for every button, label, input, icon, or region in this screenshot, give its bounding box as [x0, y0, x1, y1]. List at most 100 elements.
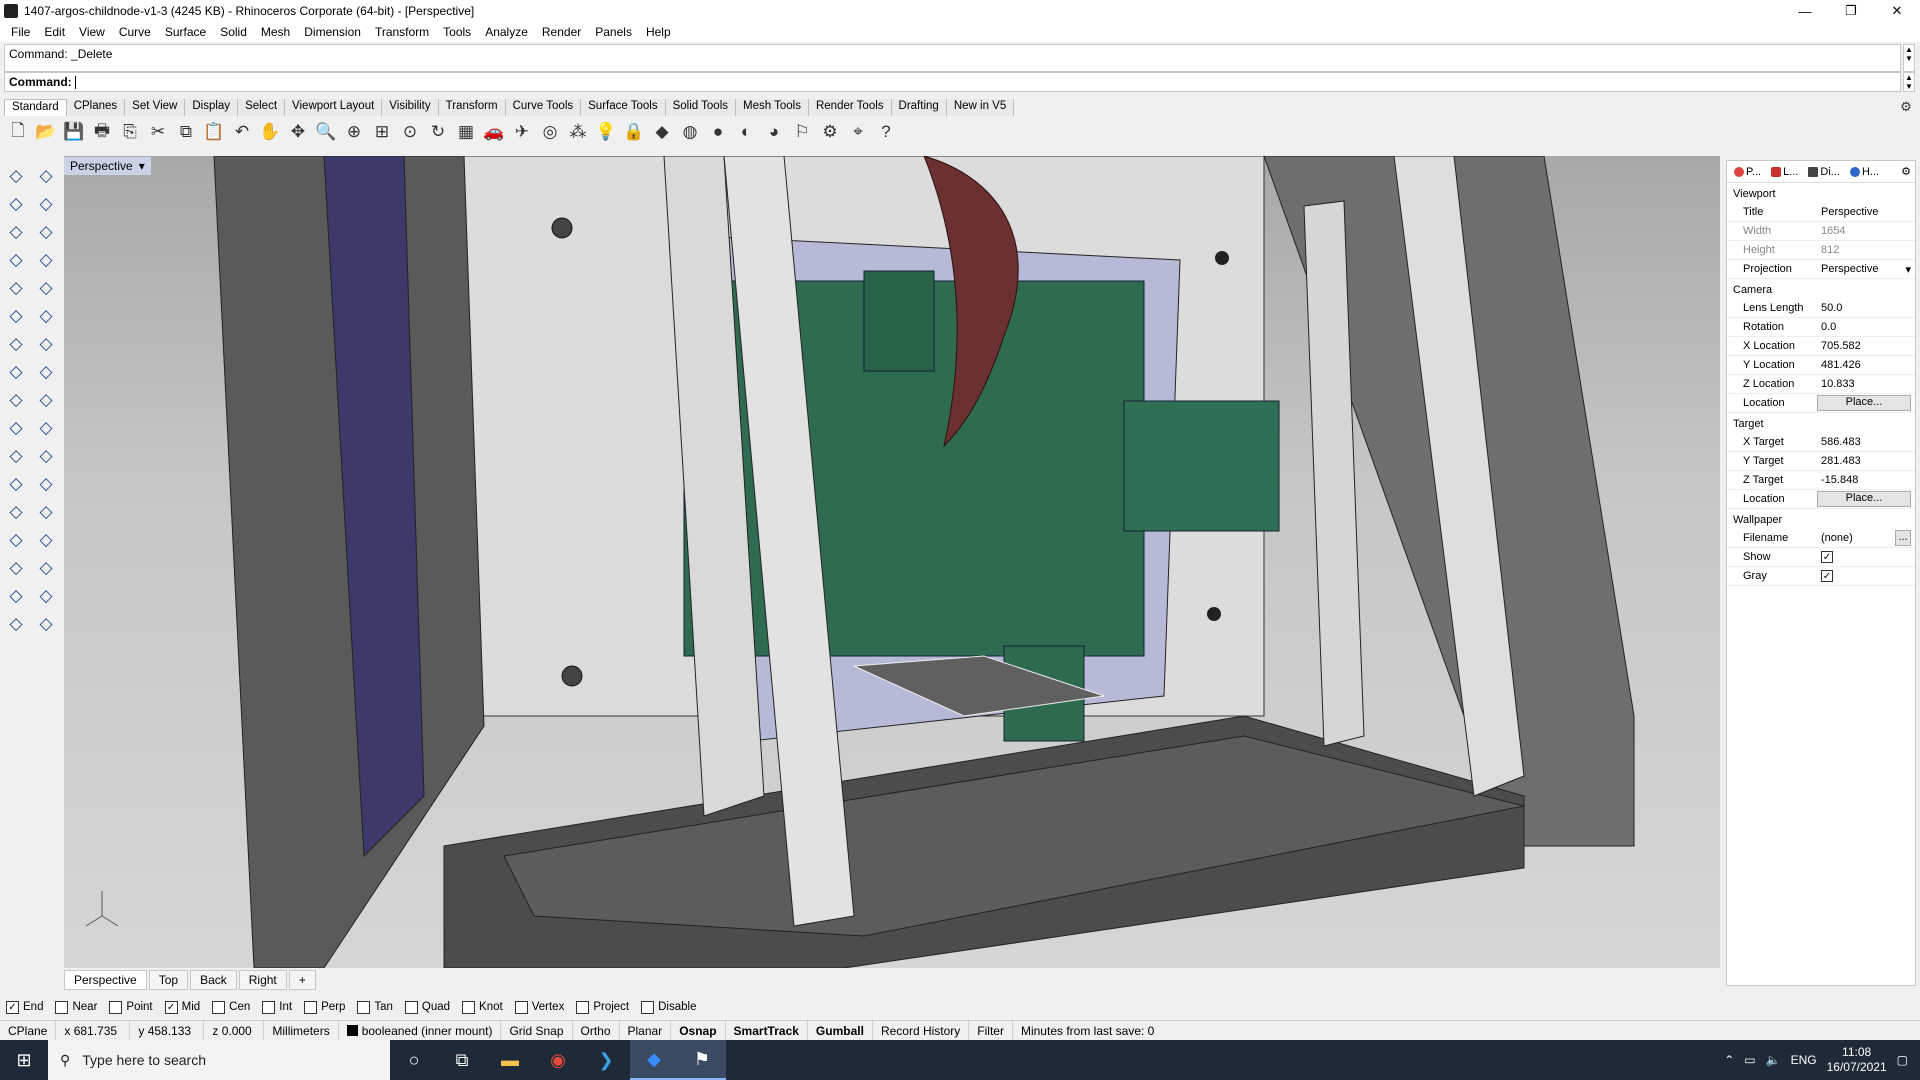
tab-drafting[interactable]: Drafting	[891, 99, 947, 116]
osnap-checkbox[interactable]: ✓	[164, 1000, 178, 1014]
lock-icon[interactable]: 🔒	[622, 120, 646, 144]
osnap-cen[interactable]: Cen	[212, 1000, 250, 1014]
named-cplanes-icon[interactable]: ✈	[510, 120, 534, 144]
status-smarttrack[interactable]: SmartTrack	[726, 1020, 808, 1041]
chevron-down-icon[interactable]: ▾	[139, 159, 145, 173]
wallpaper-filename[interactable]: (none)	[1817, 532, 1895, 544]
panel-tab-properties[interactable]: P...	[1731, 166, 1764, 178]
osnap-vertex[interactable]: Vertex	[514, 1000, 564, 1014]
rotate-view-icon[interactable]: ✥	[286, 120, 310, 144]
clock[interactable]: 11:08 16/07/2021	[1827, 1045, 1887, 1075]
pan-hand-icon[interactable]: ✋	[258, 120, 282, 144]
undo-view-icon[interactable]: ↻	[426, 120, 450, 144]
set-cplane-icon[interactable]: ◎	[538, 120, 562, 144]
tab-viewport-layout[interactable]: Viewport Layout	[285, 99, 383, 116]
status-gumball[interactable]: Gumball	[808, 1020, 873, 1041]
snapshots-icon[interactable]: ⁂	[566, 120, 590, 144]
show-checkbox[interactable]: ✓	[1821, 551, 1833, 563]
save-icon[interactable]: 💾	[62, 120, 86, 144]
mesh-icon[interactable]: ◇	[2, 388, 30, 412]
solid-edit-icon[interactable]: ◇	[32, 360, 60, 384]
vp-tab-right[interactable]: Right	[238, 970, 287, 990]
osnap-mid[interactable]: ✓ Mid	[164, 1000, 200, 1014]
menu-dimension[interactable]: Dimension	[297, 25, 368, 39]
command-input[interactable]: Command:	[4, 72, 1901, 92]
menu-transform[interactable]: Transform	[368, 25, 436, 39]
menu-surface[interactable]: Surface	[158, 25, 213, 39]
zoom-icon[interactable]: 🔍	[314, 120, 338, 144]
extrude-icon[interactable]: ◇	[2, 528, 30, 552]
color-wheel-icon[interactable]: ◍	[678, 120, 702, 144]
osnap-perp[interactable]: Perp	[304, 1000, 345, 1014]
rectangle-icon[interactable]: ◇	[32, 248, 60, 272]
pcb-header[interactable]	[863, 270, 935, 372]
array-icon[interactable]: ◇	[2, 500, 30, 524]
sphere-icon[interactable]: ◇	[32, 332, 60, 356]
select-arrow-icon[interactable]: ◇	[2, 164, 30, 188]
named-views-icon[interactable]: 🚗	[482, 120, 506, 144]
help-icon[interactable]: ?	[874, 120, 898, 144]
gumball-icon[interactable]: ◇	[32, 500, 60, 524]
osnap-checkbox[interactable]	[641, 1000, 655, 1014]
viewport-3d-scene[interactable]	[64, 156, 1720, 968]
move-icon[interactable]: ◇	[32, 472, 60, 496]
split-icon[interactable]: ◇	[32, 416, 60, 440]
ruler-icon[interactable]: ◇	[32, 528, 60, 552]
viewport-title-label[interactable]: Perspective ▾	[64, 157, 151, 175]
vp-tab-top[interactable]: Top	[148, 970, 189, 990]
task-view-icon[interactable]: ⧉	[438, 1040, 486, 1080]
curve-icon[interactable]: ◇	[32, 192, 60, 216]
menu-panels[interactable]: Panels	[588, 25, 639, 39]
tab-cplanes[interactable]: CPlanes	[66, 99, 126, 116]
taskbar-search[interactable]: ⚲ Type here to search	[48, 1040, 390, 1080]
panel-tab-layers[interactable]: L...	[1768, 166, 1801, 178]
tab-mesh-tools[interactable]: Mesh Tools	[736, 99, 809, 116]
osnap-checkbox[interactable]	[262, 1000, 276, 1014]
grid-array-icon[interactable]: ◇	[2, 556, 30, 580]
status-layer[interactable]: booleaned (inner mount)	[339, 1020, 502, 1041]
tab-select[interactable]: Select	[238, 99, 286, 116]
gray-checkbox[interactable]: ✓	[1821, 570, 1833, 582]
osnap-end[interactable]: ✓ End	[6, 1000, 43, 1014]
osnap-disable[interactable]: Disable	[641, 1000, 696, 1014]
menu-edit[interactable]: Edit	[37, 25, 72, 39]
fillet-icon[interactable]: ◇	[2, 444, 30, 468]
prop-title-value[interactable]: Perspective	[1817, 206, 1915, 218]
box-icon[interactable]: ◇	[2, 332, 30, 356]
z-target-input[interactable]: -15.848	[1817, 474, 1915, 486]
osnap-quad[interactable]: Quad	[404, 1000, 450, 1014]
y-location-input[interactable]: 481.426	[1817, 359, 1915, 371]
ellipse-icon[interactable]: ◇	[32, 220, 60, 244]
cortana-icon[interactable]: ○	[390, 1040, 438, 1080]
tab-solid-tools[interactable]: Solid Tools	[665, 99, 736, 116]
panel-gear-icon[interactable]: ⚙	[1901, 165, 1911, 178]
new-file-icon[interactable]: 🗋	[6, 120, 30, 144]
status-record-history[interactable]: Record History	[873, 1020, 970, 1041]
projection-select[interactable]: Perspective	[1817, 263, 1905, 275]
circle-icon[interactable]: ◇	[2, 220, 30, 244]
osnap-project[interactable]: Project	[576, 1000, 629, 1014]
status-osnap[interactable]: Osnap	[671, 1020, 726, 1041]
osnap-int[interactable]: Int	[262, 1000, 292, 1014]
zoom-extents-icon[interactable]: ⊞	[370, 120, 394, 144]
notification-icon[interactable]: ▢	[1897, 1053, 1908, 1067]
boolean-icon[interactable]: ◇	[2, 416, 30, 440]
dropbox-icon[interactable]: ◆	[630, 1040, 678, 1080]
osnap-checkbox[interactable]	[212, 1000, 226, 1014]
polygon-icon[interactable]: ◇	[2, 248, 30, 272]
osnap-checkbox[interactable]	[304, 1000, 318, 1014]
close-icon[interactable]: ✕	[1874, 0, 1920, 22]
status-planar[interactable]: Planar	[620, 1020, 672, 1041]
light-icon[interactable]: ◇	[32, 612, 60, 636]
menu-solid[interactable]: Solid	[213, 25, 254, 39]
osnap-point[interactable]: Point	[109, 1000, 153, 1014]
render-mesh-icon[interactable]: ◇	[2, 612, 30, 636]
tab-standard[interactable]: Standard	[4, 99, 67, 116]
layer-icon[interactable]: ◆	[650, 120, 674, 144]
panel-tab-display[interactable]: Di...	[1805, 166, 1843, 178]
status-units[interactable]: Millimeters	[264, 1020, 339, 1041]
zoom-window-icon[interactable]: ⊕	[342, 120, 366, 144]
osnap-checkbox[interactable]: ✓	[6, 1000, 19, 1014]
paste-icon[interactable]: 📋	[202, 120, 226, 144]
status-grid-snap[interactable]: Grid Snap	[501, 1020, 573, 1041]
